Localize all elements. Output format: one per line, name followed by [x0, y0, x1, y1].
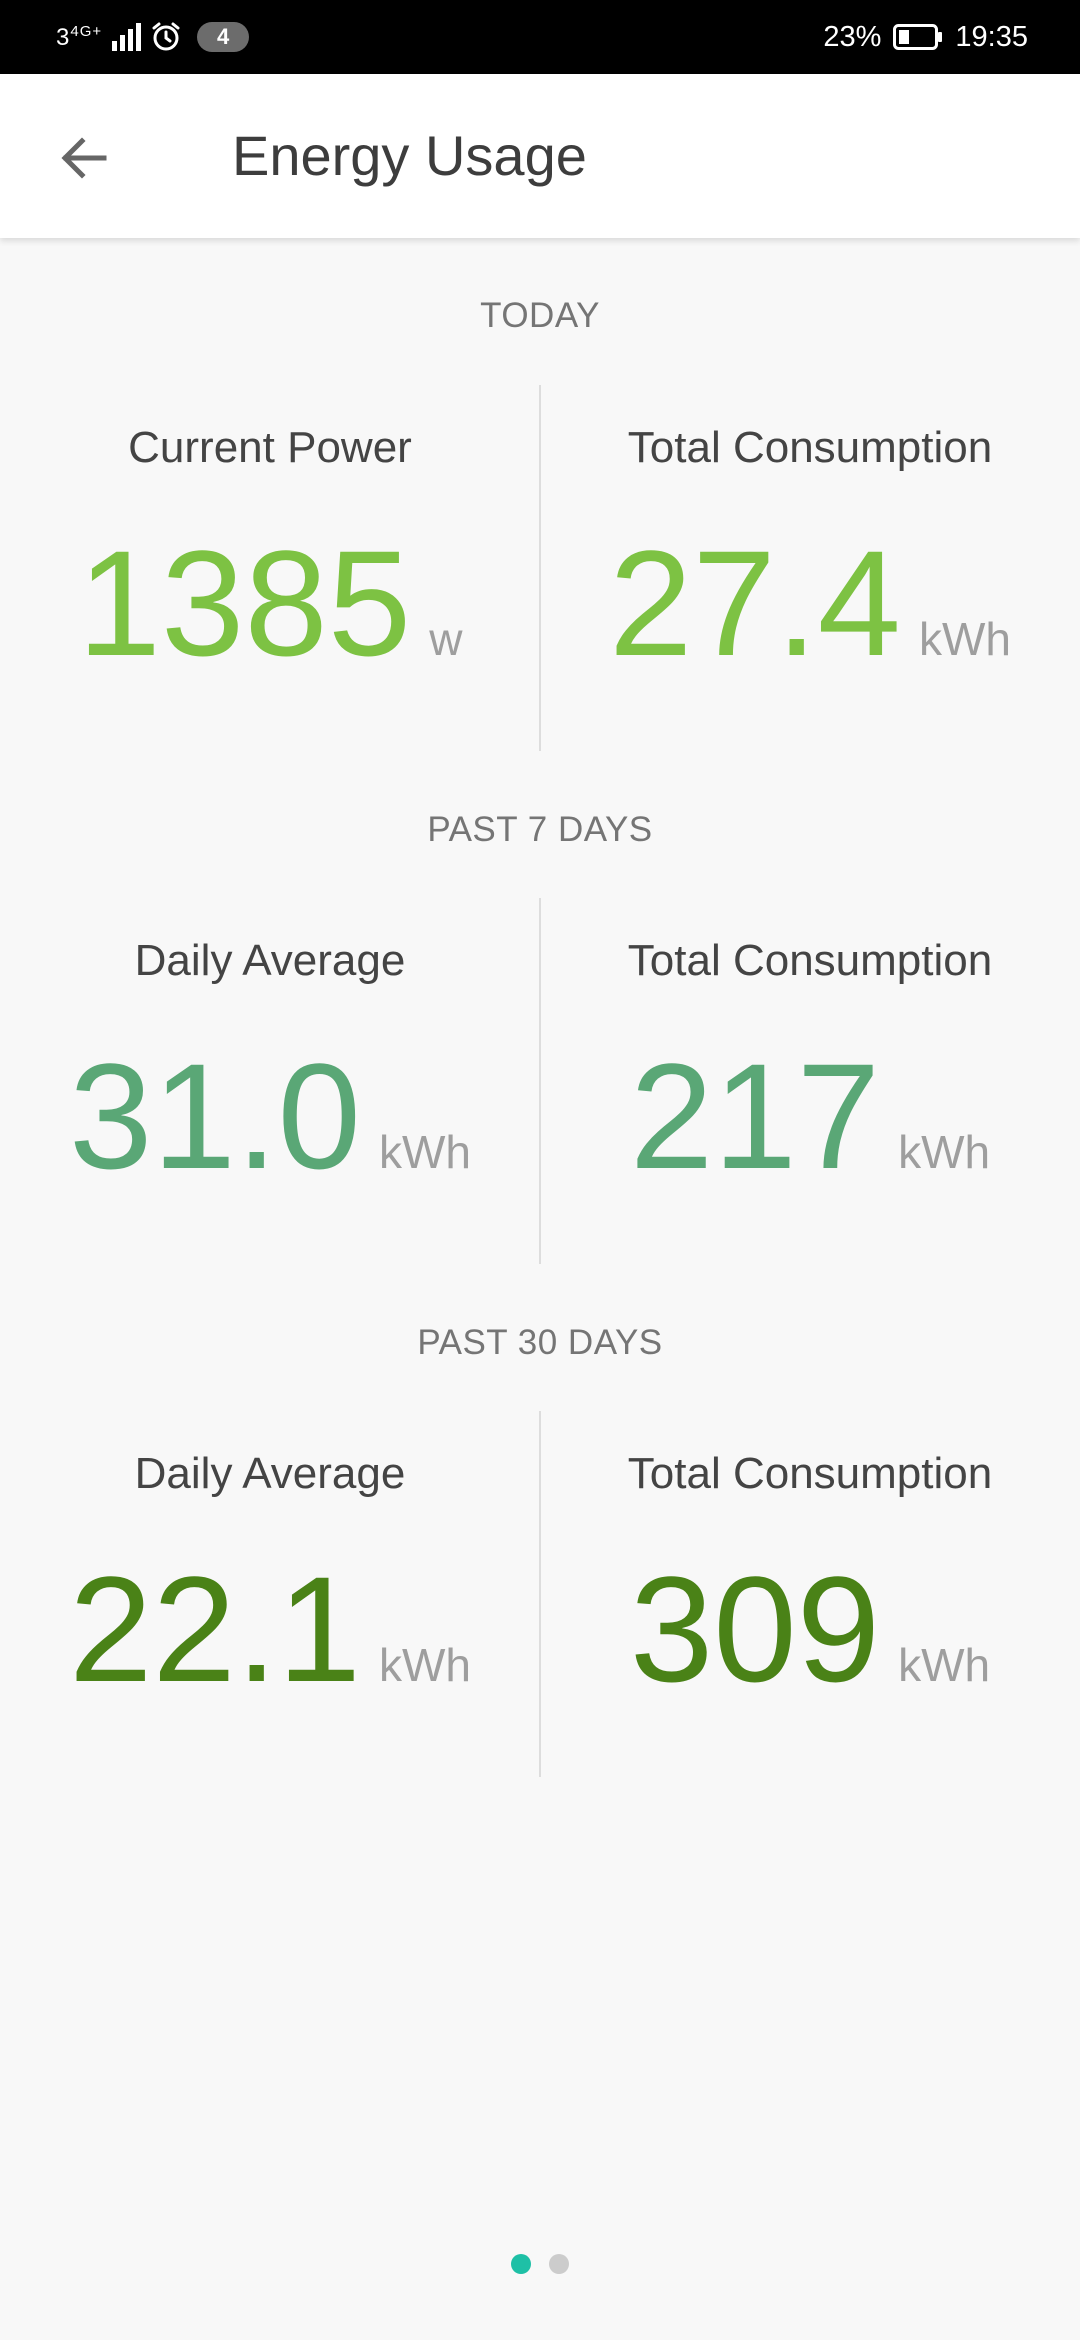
- section-label-past-7-days: PAST 7 DAYS: [427, 810, 653, 849]
- metric-value-row: 309 kWh: [540, 1554, 1080, 1704]
- network-type: 34G+: [56, 23, 102, 52]
- metric-unit: kWh: [898, 1126, 991, 1178]
- metric-label: Total Consumption: [627, 423, 993, 472]
- metric-value: 309: [629, 1545, 881, 1713]
- metric-label: Total Consumption: [627, 936, 993, 985]
- section-label-today: TODAY: [480, 296, 600, 335]
- metric-label: Daily Average: [134, 936, 406, 985]
- status-left-group: 34G+ 4: [56, 22, 250, 52]
- metric-unit: w: [429, 613, 463, 665]
- metric-value: 22.1: [69, 1545, 361, 1713]
- metric-total-consumption-today: Total Consumption 27.4 kWh: [540, 418, 1080, 678]
- alarm-icon: [151, 22, 181, 52]
- metric-value: 27.4: [609, 519, 901, 687]
- metric-value-row: 217 kWh: [540, 1041, 1080, 1191]
- clock-time: 19:35: [955, 20, 1028, 53]
- metric-unit: kWh: [898, 1639, 991, 1691]
- page-dot[interactable]: [549, 2254, 569, 2274]
- metric-unit: kWh: [378, 1639, 471, 1691]
- page-title: Energy Usage: [232, 124, 587, 187]
- page-dot[interactable]: [511, 2254, 531, 2274]
- page-indicator: [0, 2254, 1080, 2274]
- metric-value-row: 22.1 kWh: [0, 1554, 540, 1704]
- metric-unit: kWh: [918, 613, 1011, 665]
- back-button[interactable]: [44, 118, 124, 198]
- metric-label: Total Consumption: [627, 1449, 993, 1498]
- metric-daily-average-7-days: Daily Average 31.0 kWh: [0, 931, 540, 1191]
- battery-percent: 23%: [823, 20, 882, 53]
- metric-value: 217: [629, 1032, 881, 1200]
- metric-daily-average-30-days: Daily Average 22.1 kWh: [0, 1444, 540, 1704]
- battery-icon: [893, 24, 943, 50]
- metric-label: Current Power: [128, 423, 412, 472]
- metric-value-row: 1385 w: [0, 528, 540, 678]
- metric-value-row: 27.4 kWh: [540, 528, 1080, 678]
- arrow-back-icon: [61, 137, 107, 179]
- metric-total-consumption-7-days: Total Consumption 217 kWh: [540, 931, 1080, 1191]
- section-label-past-30-days: PAST 30 DAYS: [417, 1323, 663, 1362]
- signal-strength-icon: [112, 23, 142, 51]
- metric-value: 1385: [77, 519, 412, 687]
- status-right-group: 23% 19:35: [823, 21, 1028, 54]
- metric-current-power: Current Power 1385 w: [0, 418, 540, 678]
- network-generation: 4G+: [70, 22, 103, 40]
- network-slot: 3: [56, 23, 71, 51]
- metric-total-consumption-30-days: Total Consumption 309 kWh: [540, 1444, 1080, 1704]
- metric-label: Daily Average: [134, 1449, 406, 1498]
- metric-value: 31.0: [69, 1032, 361, 1200]
- status-bar: 34G+ 4 23% 19:35: [0, 0, 1080, 74]
- notification-count-badge: 4: [197, 22, 250, 52]
- metric-unit: kWh: [378, 1126, 471, 1178]
- metric-value-row: 31.0 kWh: [0, 1041, 540, 1191]
- app-bar: Energy Usage: [0, 74, 1080, 238]
